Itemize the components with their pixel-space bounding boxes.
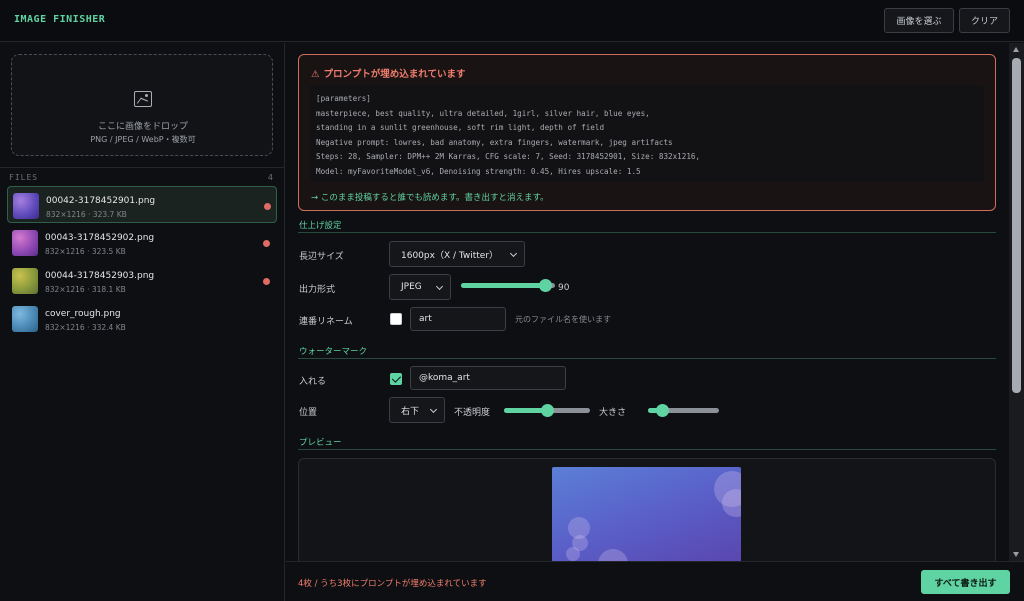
files-label: FILES — [9, 173, 39, 182]
scroll-down-arrow-icon[interactable] — [1013, 552, 1019, 557]
watermark-checkbox[interactable] — [390, 373, 402, 385]
app-header: IMAGE FINISHER 画像を選ぶ クリア — [0, 0, 1024, 42]
scroll-up-arrow-icon[interactable] — [1013, 47, 1019, 52]
prompt-line: masterpiece, best quality, ultra detaile… — [316, 108, 650, 118]
file-thumbnail — [12, 230, 38, 256]
drop-zone-title: ここに画像をドロップ — [97, 122, 188, 132]
bokeh-light — [722, 489, 741, 517]
image-icon — [134, 91, 152, 107]
section-preview: プレビュー — [298, 436, 996, 450]
quality-value: 90 — [558, 283, 570, 293]
position-label: 位置 — [299, 408, 318, 418]
drop-zone-subtitle: PNG / JPEG / WebP・複数可 — [90, 135, 196, 144]
file-thumbnail — [12, 306, 38, 332]
section-title: 仕上げ設定 — [299, 221, 342, 231]
watermark-enable-label: 入れる — [299, 377, 327, 387]
opacity-slider-handle[interactable] — [540, 404, 554, 417]
long-side-label: 長辺サイズ — [299, 252, 344, 262]
warning-icon: ⚠ — [311, 69, 320, 80]
preview-area — [298, 458, 996, 561]
clear-button[interactable]: クリア — [959, 8, 1010, 33]
section-title: ウォーターマーク — [299, 347, 368, 357]
section-title: プレビュー — [299, 438, 342, 448]
file-meta: 832×1216 · 332.4 KB — [45, 323, 126, 332]
rename-prefix-input[interactable]: art — [410, 307, 506, 331]
file-item[interactable]: 00042-3178452901.png 832×1216 · 323.7 KB — [7, 186, 277, 223]
file-item[interactable]: cover_rough.png 832×1216 · 332.4 KB — [7, 300, 277, 337]
file-name: 00044-3178452903.png — [45, 271, 155, 281]
footer-bar: 4枚 / うち3枚にプロンプトが埋め込まれています すべて書き出す — [286, 561, 1024, 601]
prompt-line: Model: myFavoriteModel_v6, Denoising str… — [316, 166, 641, 176]
size-slider[interactable] — [648, 404, 719, 417]
opacity-label: 不透明度 — [454, 408, 491, 418]
prompt-warning-title: ⚠ プロンプトが埋め込まれています — [311, 69, 466, 80]
long-side-select[interactable]: 1600px（X / Twitter） — [389, 241, 525, 267]
size-slider-handle[interactable] — [655, 404, 669, 417]
embedded-prompt-text: [parameters] masterpiece, best quality, … — [310, 85, 984, 182]
footer-status: 4枚 / うち3枚にプロンプトが埋め込まれています — [298, 579, 487, 589]
prompt-warning-box: ⚠ プロンプトが埋め込まれています [parameters] masterpiec… — [298, 54, 996, 211]
files-header: FILES 4 — [0, 167, 285, 185]
section-watermark: ウォーターマーク — [298, 345, 996, 359]
settings-panel: ⚠ プロンプトが埋め込まれています [parameters] masterpiec… — [286, 43, 1024, 561]
file-name: cover_rough.png — [45, 309, 121, 319]
rename-label: 連番リネーム — [299, 317, 353, 327]
section-finish: 仕上げ設定 — [298, 219, 996, 233]
prompt-line: Negative prompt: lowres, bad anatomy, ex… — [316, 137, 673, 147]
files-count: 4 — [267, 173, 273, 182]
prompt-warning-dot — [264, 203, 271, 210]
chevron-down-icon — [435, 282, 444, 291]
rename-hint: 元のファイル名を使います — [515, 315, 611, 324]
file-meta: 832×1216 · 318.1 KB — [45, 285, 126, 294]
bokeh-light — [598, 549, 628, 561]
rename-checkbox[interactable] — [390, 313, 402, 325]
bokeh-light — [566, 547, 580, 561]
opacity-slider[interactable] — [504, 404, 590, 417]
file-name: 00043-3178452902.png — [45, 233, 155, 243]
position-value: 右下 — [401, 406, 420, 417]
file-thumbnail — [13, 193, 39, 219]
quality-slider-fill — [461, 283, 546, 288]
preview-image — [552, 467, 741, 561]
chevron-down-icon — [509, 249, 518, 258]
scrollbar-thumb[interactable] — [1012, 58, 1021, 393]
pick-images-button[interactable]: 画像を選ぶ — [884, 8, 954, 33]
format-label: 出力形式 — [299, 285, 336, 295]
file-item[interactable]: 00043-3178452902.png 832×1216 · 323.5 KB — [7, 224, 277, 261]
file-item[interactable]: 00044-3178452903.png 832×1216 · 318.1 KB — [7, 262, 277, 299]
prompt-warning-dot — [263, 240, 270, 247]
watermark-text-input[interactable]: @koma_art — [410, 366, 566, 390]
prompt-warning-dot — [263, 278, 270, 285]
file-meta: 832×1216 · 323.5 KB — [45, 247, 126, 256]
prompt-line: standing in a sunlit greenhouse, soft ri… — [316, 123, 605, 133]
long-side-value: 1600px（X / Twitter） — [401, 250, 499, 261]
prompt-line: [parameters] — [316, 94, 371, 103]
export-all-button[interactable]: すべて書き出す — [921, 570, 1010, 594]
file-meta: 832×1216 · 323.7 KB — [46, 210, 127, 219]
file-name: 00042-3178452901.png — [46, 196, 156, 206]
file-thumbnail — [12, 268, 38, 294]
position-select[interactable]: 右下 — [389, 397, 445, 423]
size-label: 大きさ — [599, 408, 627, 418]
format-select[interactable]: JPEG — [389, 274, 451, 300]
quality-slider-handle[interactable] — [539, 279, 553, 292]
prompt-line: Steps: 28, Sampler: DPM++ 2M Karras, CFG… — [316, 152, 701, 162]
format-value: JPEG — [401, 282, 422, 292]
chevron-down-icon — [429, 405, 438, 414]
quality-slider[interactable] — [461, 279, 555, 292]
file-sidebar: ここに画像をドロップ PNG / JPEG / WebP・複数可 FILES 4… — [0, 43, 285, 601]
prompt-warning-note: → このまま投稿すると誰でも読めます。書き出すと消えます。 — [311, 193, 549, 203]
drop-zone[interactable]: ここに画像をドロップ PNG / JPEG / WebP・複数可 — [11, 54, 273, 156]
app-title: IMAGE FINISHER — [14, 14, 106, 25]
scrollbar[interactable] — [1009, 43, 1024, 561]
